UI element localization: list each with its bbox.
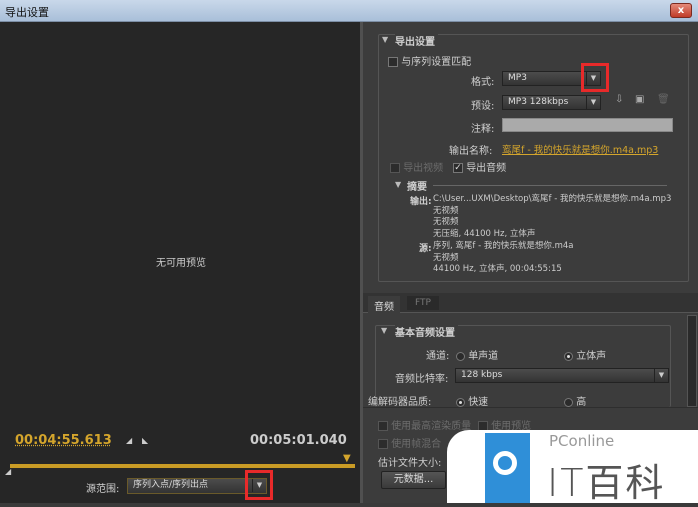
summary-line: 无压缩, 44100 Hz, 立体声 [433, 228, 536, 239]
divider [433, 185, 667, 186]
save-preset-icon[interactable]: ⇩ [615, 94, 623, 105]
source-range-value: 序列入点/序列出点 [133, 480, 209, 490]
max-render-label: 使用最高渲染质量 [391, 421, 472, 432]
summary-source: 序列, 鸾尾f - 我的快乐就是想你.m4a 无视频 44100 Hz, 立体声… [433, 241, 573, 276]
summary-line: 无视频 [433, 205, 459, 216]
match-sequence-checkbox[interactable]: 与序列设置匹配 [388, 53, 471, 68]
timeline-bar[interactable] [10, 464, 355, 468]
highlight-box [245, 470, 273, 500]
export-audio-label: 导出音频 [466, 163, 507, 174]
channel-label: 通道: [426, 351, 450, 362]
estimated-size-label: 估计文件大小: [378, 458, 442, 469]
collapse-icon[interactable]: ▼ [382, 35, 388, 44]
bitrate-select[interactable]: 128 kbps ▼ [455, 368, 669, 383]
duration: 00:05:01.040 [250, 433, 347, 448]
high-radio[interactable]: 高 [564, 393, 586, 408]
output-name-label: 输出名称: [449, 146, 493, 157]
format-label: 格式: [471, 77, 495, 88]
preset-label: 预设: [471, 101, 495, 112]
summary-line: 序列, 鸾尾f - 我的快乐就是想你.m4a [433, 241, 574, 251]
export-video-checkbox[interactable]: 导出视频 [390, 159, 443, 174]
section-title: 导出设置 [395, 33, 438, 48]
export-video-label: 导出视频 [403, 163, 444, 174]
in-point-marker-icon[interactable]: ◢ [5, 467, 11, 476]
tab-ftp[interactable]: FTP [407, 296, 439, 310]
collapse-icon[interactable]: ▼ [395, 180, 401, 189]
no-preview-text: 无可用预览 [156, 258, 206, 269]
summary-line: 无视频 [433, 252, 459, 263]
comment-label: 注释: [471, 124, 495, 135]
import-preset-icon[interactable]: ▣ [635, 94, 644, 105]
summary-title: 摘要 [407, 182, 427, 193]
summary-line: 44100 Hz, 立体声, 00:04:55:15 [433, 264, 562, 274]
summary-line: 无视频 [433, 217, 459, 227]
comment-input[interactable] [502, 118, 673, 132]
watermark: PConline IT百科 [447, 430, 698, 505]
fast-radio[interactable]: 快速 [456, 393, 488, 408]
chevron-down-icon: ▼ [654, 369, 668, 382]
window-title: 导出设置 [5, 6, 49, 19]
set-out-point-icon[interactable]: ◣ [142, 436, 148, 445]
match-sequence-label: 与序列设置匹配 [401, 57, 472, 68]
summary-output-label: 输出: [410, 197, 432, 207]
current-time[interactable]: 00:04:55.613 [15, 433, 112, 448]
mono-radio[interactable]: 单声道 [456, 347, 498, 362]
close-button[interactable]: x [670, 3, 692, 18]
tab-bar: 音频 FTP [363, 293, 698, 315]
scrollbar[interactable] [687, 315, 697, 407]
collapse-icon[interactable]: ▼ [381, 326, 387, 335]
stereo-radio[interactable]: 立体声 [564, 347, 606, 362]
bitrate-label: 音频比特率: [395, 374, 449, 385]
frame-blend-label: 使用帧混合 [391, 439, 442, 450]
mono-label: 单声道 [468, 351, 499, 362]
summary-output: C:\User...UXM\Desktop\鸾尾f - 我的快乐就是想你.m4a… [433, 194, 671, 240]
output-name-link[interactable]: 鸾尾f - 我的快乐就是想你.m4a.mp3 [502, 142, 658, 156]
summary-source-label: 源: [419, 244, 432, 254]
summary-line: C:\User...UXM\Desktop\鸾尾f - 我的快乐就是想你.m4a… [433, 194, 672, 204]
preset-value: MP3 128kbps [508, 97, 569, 107]
metadata-button[interactable]: 元数据... [381, 471, 446, 489]
export-audio-checkbox[interactable]: ✓ 导出音频 [453, 159, 506, 174]
watermark-brand: PConline [549, 432, 615, 450]
highlight-box [581, 63, 609, 92]
source-range-label: 源范围: [86, 484, 120, 495]
watermark-name: IT百科 [547, 461, 666, 505]
set-in-point-icon[interactable]: ◢ [126, 436, 132, 445]
playhead-icon[interactable]: ▼ [343, 453, 351, 464]
delete-preset-icon[interactable]: 🗑 [657, 94, 670, 105]
tab-audio[interactable]: 音频 [368, 296, 400, 315]
audio-section-title: 基本音频设置 [395, 324, 458, 339]
title-bar: 导出设置 x [0, 0, 698, 22]
stereo-label: 立体声 [576, 351, 607, 362]
bitrate-value: 128 kbps [461, 370, 503, 380]
chevron-down-icon: ▼ [586, 96, 600, 109]
preview-panel: 无可用预览 00:04:55.613 ◢ ◣ 00:05:01.040 ▼ ◢ … [0, 22, 360, 503]
preset-select[interactable]: MP3 128kbps ▼ [502, 95, 601, 110]
max-render-checkbox[interactable]: 使用最高渲染质量 [378, 417, 471, 432]
format-value: MP3 [508, 73, 527, 83]
frame-blend-checkbox[interactable]: 使用帧混合 [378, 435, 441, 450]
codec-quality-label: 编解码器品质: [368, 397, 432, 408]
divider [363, 407, 698, 408]
watermark-logo-icon [485, 433, 530, 503]
